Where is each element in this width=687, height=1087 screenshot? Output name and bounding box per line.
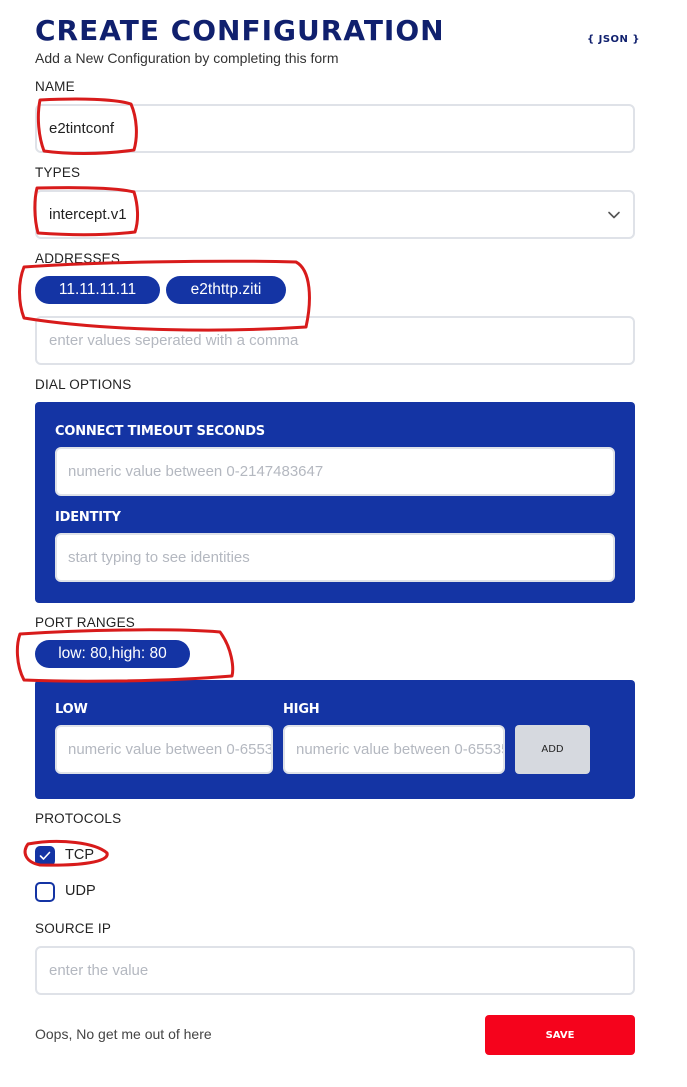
- low-label: LOW: [55, 702, 88, 717]
- connect-timeout-label: CONNECT TIMEOUT SECONDS: [55, 424, 265, 439]
- source-ip-label: SOURCE IP: [35, 921, 112, 936]
- chevron-down-icon: [608, 211, 620, 219]
- udp-checkbox[interactable]: [35, 882, 55, 902]
- connect-timeout-input[interactable]: numeric value between 0-2147483647: [55, 447, 615, 496]
- port-range-chip[interactable]: low: 80,high: 80: [35, 640, 190, 668]
- port-range-panel: LOW numeric value between 0-65535 HIGH n…: [35, 680, 635, 799]
- address-chip[interactable]: e2thttp.ziti: [166, 276, 286, 304]
- port-ranges-label: PORT RANGES: [35, 615, 135, 630]
- tcp-checkbox[interactable]: [35, 846, 55, 866]
- name-input[interactable]: e2tintconf: [35, 104, 635, 153]
- high-port-placeholder: numeric value between 0-65535: [296, 741, 505, 758]
- address-chip-label: 11.11.11.11: [58, 281, 137, 298]
- page-title: CREATE CONFIGURATION: [35, 14, 445, 47]
- connect-timeout-placeholder: numeric value between 0-2147483647: [68, 463, 324, 480]
- save-button[interactable]: SAVE: [485, 1015, 635, 1055]
- source-ip-placeholder: enter the value: [49, 962, 149, 979]
- add-button-label: ADD: [541, 744, 564, 755]
- types-label: TYPES: [35, 165, 81, 180]
- dial-options-panel: CONNECT TIMEOUT SECONDS numeric value be…: [35, 402, 635, 603]
- identity-placeholder: start typing to see identities: [68, 549, 250, 566]
- save-button-label: SAVE: [545, 1029, 575, 1041]
- types-select[interactable]: intercept.v1: [35, 190, 635, 239]
- page-subtitle: Add a New Configuration by completing th…: [35, 50, 339, 66]
- identity-input[interactable]: start typing to see identities: [55, 533, 615, 582]
- address-chip[interactable]: 11.11.11.11: [35, 276, 160, 304]
- dial-options-label: DIAL OPTIONS: [35, 377, 132, 392]
- source-ip-input[interactable]: enter the value: [35, 946, 635, 995]
- add-port-range-button[interactable]: ADD: [515, 725, 590, 774]
- identity-label: IDENTITY: [55, 510, 121, 525]
- protocols-label: PROTOCOLS: [35, 811, 122, 826]
- checkmark-icon: [39, 851, 51, 860]
- udp-label[interactable]: UDP: [65, 883, 96, 899]
- low-port-placeholder: numeric value between 0-65535: [68, 741, 273, 758]
- high-label: HIGH: [283, 702, 320, 717]
- types-select-value: intercept.v1: [49, 206, 127, 223]
- addresses-label: ADDRESSES: [35, 251, 121, 266]
- json-toggle-link[interactable]: { JSON }: [587, 34, 640, 45]
- addresses-input[interactable]: enter values seperated with a comma: [35, 316, 635, 365]
- address-chip-label: e2thttp.ziti: [190, 281, 262, 298]
- low-port-input[interactable]: numeric value between 0-65535: [55, 725, 273, 774]
- name-input-value: e2tintconf: [49, 120, 115, 137]
- cancel-link[interactable]: Oops, No get me out of here: [35, 1026, 212, 1042]
- name-label: NAME: [35, 79, 75, 94]
- tcp-label[interactable]: TCP: [65, 847, 94, 863]
- addresses-input-placeholder: enter values seperated with a comma: [49, 332, 299, 349]
- port-range-chip-label: low: 80,high: 80: [58, 645, 167, 662]
- high-port-input[interactable]: numeric value between 0-65535: [283, 725, 505, 774]
